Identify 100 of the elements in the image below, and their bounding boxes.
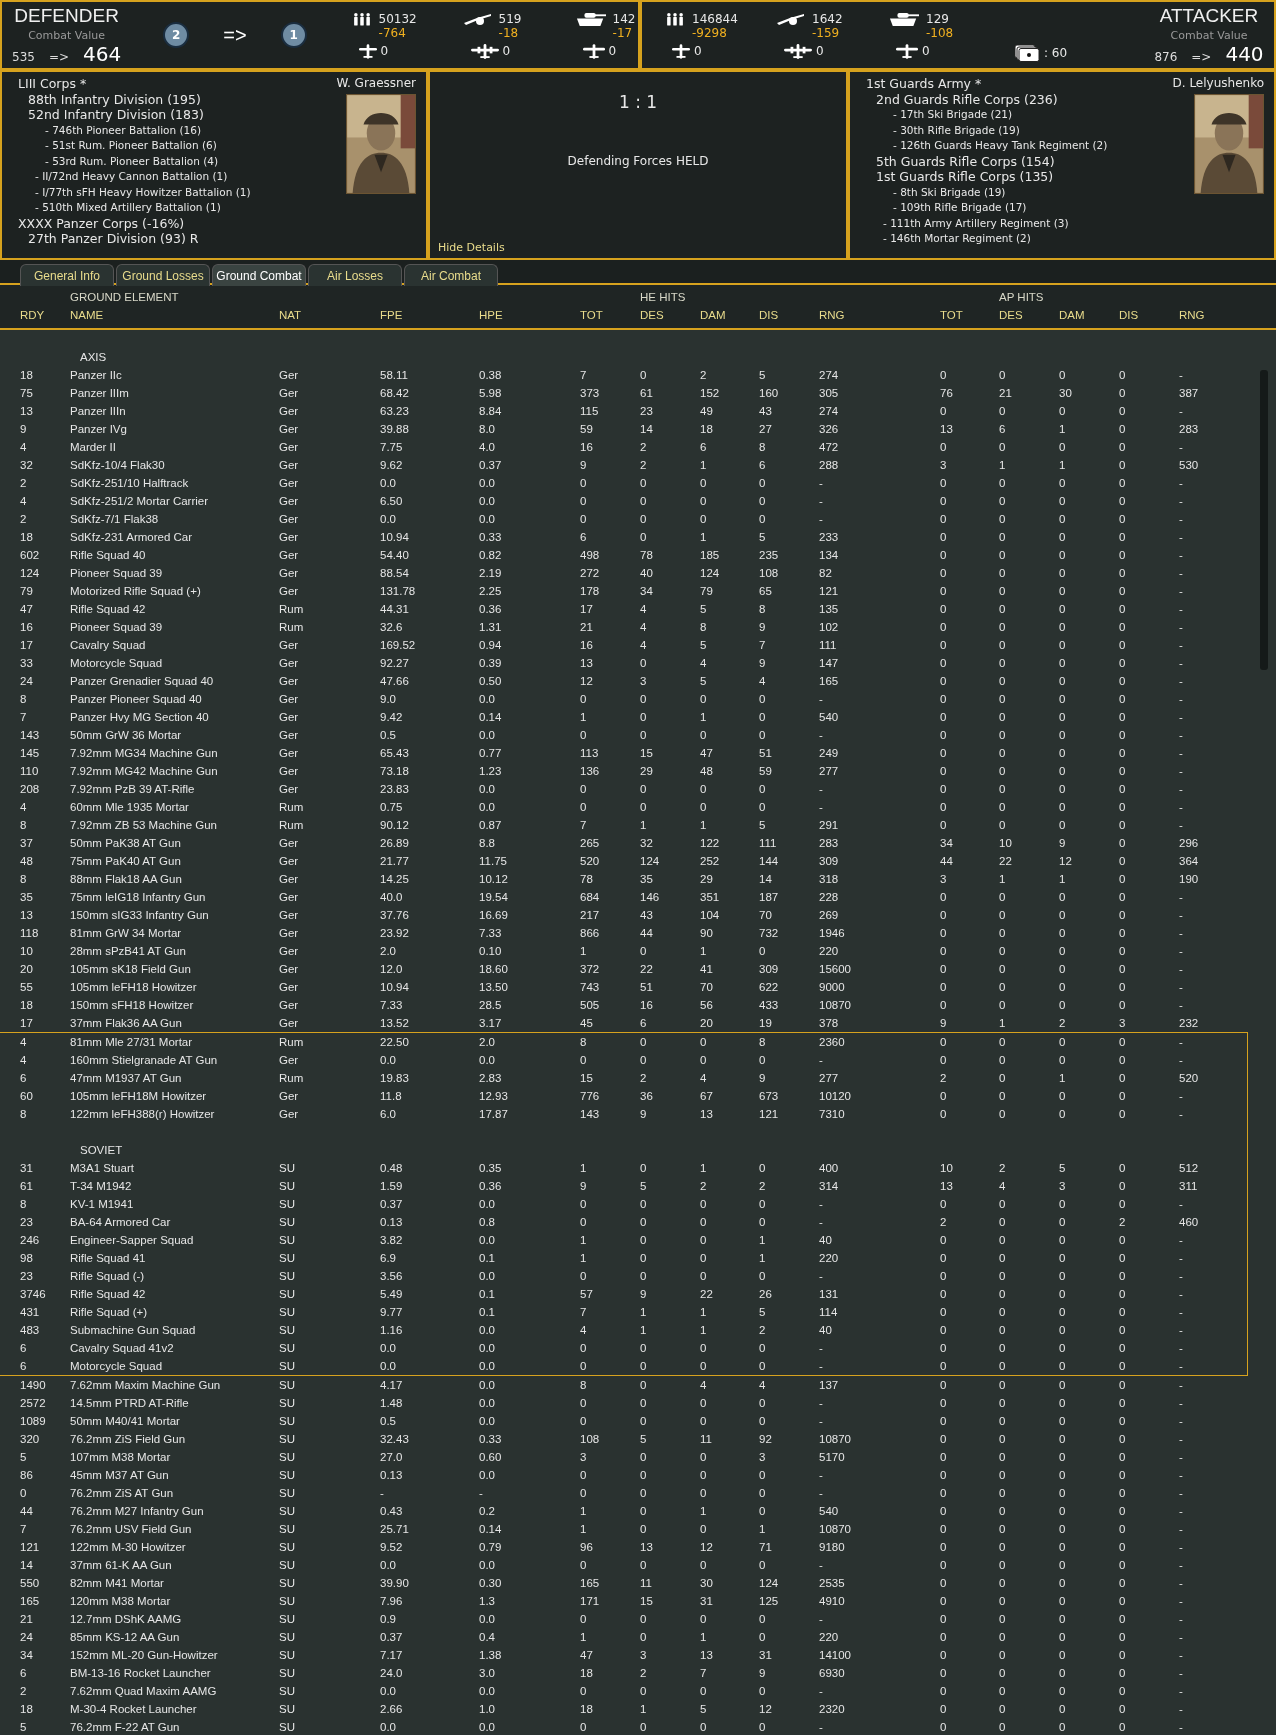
table-cell-text: 0 <box>1119 423 1127 435</box>
column-header[interactable]: NAT <box>279 306 380 324</box>
attachment-entry[interactable]: - II/72nd Heavy Cannon Battalion (1) <box>18 169 337 185</box>
table-cell-text: 0 <box>700 1036 708 1048</box>
column-header[interactable]: TOT <box>580 306 640 324</box>
table-cell-text: 6 <box>20 1667 28 1679</box>
column-header[interactable]: DES <box>999 306 1059 324</box>
table-cell-text: Motorized Rifle Squad (+) <box>70 585 202 597</box>
table-cell-text: 111 <box>759 837 778 849</box>
table-cell-text: 0 <box>940 1036 948 1048</box>
attachment-entry[interactable]: - 146th Mortar Regiment (2) <box>866 231 1173 247</box>
table-cell-text: - <box>1179 1703 1184 1715</box>
attachment-entry[interactable]: - 510th Mixed Artillery Battalion (1) <box>18 200 337 216</box>
table-cell-text: 30 <box>1059 387 1073 399</box>
table-cell-text: 0 <box>580 729 588 741</box>
table-cell-text: 0 <box>700 1523 708 1535</box>
attachment-entry[interactable]: - 109th Rifle Brigade (17) <box>866 200 1173 216</box>
table-cell-text: 0 <box>580 693 588 705</box>
attachment-entry[interactable]: - I/77th sFH Heavy Howitzer Battalion (1) <box>18 184 337 200</box>
table-cell-text: 165 <box>580 1577 601 1589</box>
unit-count: 142 <box>612 11 636 26</box>
table-cell-text: 1 <box>700 1162 708 1174</box>
unit-count: 50132 <box>378 11 417 26</box>
table-cell-text: 6.0 <box>380 1108 397 1120</box>
table-cell-text: 277 <box>819 1072 840 1084</box>
table-cell-text: 0 <box>1119 1162 1127 1174</box>
column-header[interactable]: RNG <box>1179 306 1276 324</box>
loss-count: -17 <box>612 25 634 40</box>
table-cell-text: 602 <box>20 549 41 561</box>
table-cell-text: SU <box>279 1595 296 1607</box>
table-cell-text: - <box>1179 1306 1184 1318</box>
column-header[interactable]: HPE <box>479 306 580 324</box>
attachment-entry[interactable]: - 30th Rifle Brigade (19) <box>866 122 1173 138</box>
table-cell-text: 3 <box>940 873 948 885</box>
table-cell-text: 17 <box>580 603 594 615</box>
table-cell-text: 0 <box>940 1433 948 1445</box>
table-cell-text: 61 <box>20 1180 34 1192</box>
formation-entry[interactable]: 27th Panzer Division (93) R <box>18 231 337 247</box>
attachment-entry[interactable]: - 53rd Rum. Pioneer Battalion (4) <box>18 153 337 169</box>
column-header[interactable]: DIS <box>1119 306 1179 324</box>
table-cell-text: 39.90 <box>380 1577 410 1589</box>
table-cell-text: 0.33 <box>479 1433 503 1445</box>
table-cell-text: 3 <box>1119 1017 1127 1029</box>
table-cell-text: 0 <box>940 621 948 633</box>
column-header[interactable]: DAM <box>1059 306 1119 324</box>
table-cell-text: 11 <box>700 1433 713 1445</box>
formation-entry[interactable]: 52nd Infantry Division (183) <box>18 107 337 123</box>
formation-entry[interactable]: XXXX Panzer Corps (-16%) <box>18 215 337 231</box>
attachment-entry[interactable]: - 17th Ski Brigade (21) <box>866 107 1173 123</box>
tab[interactable]: Air Combat <box>404 264 498 286</box>
column-header[interactable]: FPE <box>380 306 479 324</box>
formation-entry[interactable]: 2nd Guards Rifle Corps (236) <box>866 91 1173 107</box>
table-cell-text: 4 <box>700 1072 708 1084</box>
table-cell-text: Panzer IIIn <box>70 405 127 417</box>
table-cell-text: 0 <box>1059 1379 1067 1391</box>
hide-details-link[interactable]: Hide Details <box>438 241 505 254</box>
column-header[interactable]: RDY <box>20 306 70 324</box>
table-cell-text: 0.37 <box>479 459 503 471</box>
tab[interactable]: General Info <box>20 264 114 286</box>
attachment-entry[interactable]: - 746th Pioneer Battalion (16) <box>18 122 337 138</box>
table-cell-text: Ger <box>279 369 300 381</box>
table-cell-text: 232 <box>1179 1017 1200 1029</box>
column-header[interactable]: TOT <box>940 306 999 324</box>
table-cell-text: 8 <box>20 1108 28 1120</box>
aircraft-count: 0 <box>694 44 702 58</box>
table-cell-text: 23.92 <box>380 927 410 939</box>
table-cell-text: Ger <box>279 549 300 561</box>
formation-entry[interactable]: 1st Guards Rifle Corps (135) <box>866 169 1173 185</box>
table-cell-text: 4 <box>640 621 648 633</box>
table-cell-text: 13 <box>940 1180 954 1192</box>
table-cell-text: 13 <box>700 1649 714 1661</box>
column-header[interactable]: NAME <box>70 306 279 324</box>
table-cell-text: 0 <box>1059 963 1067 975</box>
formation-entry[interactable]: LIII Corps * <box>18 76 337 92</box>
tab[interactable]: Ground Combat <box>212 264 306 286</box>
attachment-entry[interactable]: - 51st Rum. Pioneer Battalion (6) <box>18 138 337 154</box>
formation-entry[interactable]: 1st Guards Army * <box>866 76 1173 92</box>
column-header[interactable]: RNG <box>819 306 940 324</box>
tab[interactable]: Air Losses <box>308 264 402 286</box>
table-cell-text: Ger <box>279 459 300 471</box>
table-cell-text: 0 <box>999 999 1007 1011</box>
table-cell-text: 283 <box>819 837 840 849</box>
column-header[interactable]: DAM <box>700 306 759 324</box>
formation-entry[interactable]: 88th Infantry Division (195) <box>18 91 337 107</box>
table-cell-text: 0 <box>700 1415 708 1427</box>
table-cell-text: 0.0 <box>380 1559 397 1571</box>
attachment-entry[interactable]: - 8th Ski Brigade (19) <box>866 184 1173 200</box>
attachment-entry[interactable]: - 126th Guards Heavy Tank Regiment (2) <box>866 138 1173 154</box>
column-header[interactable]: DIS <box>759 306 819 324</box>
tab[interactable]: Ground Losses <box>116 264 210 286</box>
table-cell-text: 1.31 <box>479 621 503 633</box>
table-cell-text: BA-64 Armored Car <box>70 1216 172 1228</box>
column-header[interactable]: DES <box>640 306 700 324</box>
table-cell-text: - <box>1179 405 1184 417</box>
table-cell-text: - <box>1179 819 1184 831</box>
table-cell-text: Ger <box>279 675 300 687</box>
scrollbar[interactable] <box>1260 370 1268 670</box>
table-cell-text: - <box>819 1685 824 1697</box>
formation-entry[interactable]: 5th Guards Rifle Corps (154) <box>866 153 1173 169</box>
attachment-entry[interactable]: - 111th Army Artillery Regiment (3) <box>866 215 1173 231</box>
